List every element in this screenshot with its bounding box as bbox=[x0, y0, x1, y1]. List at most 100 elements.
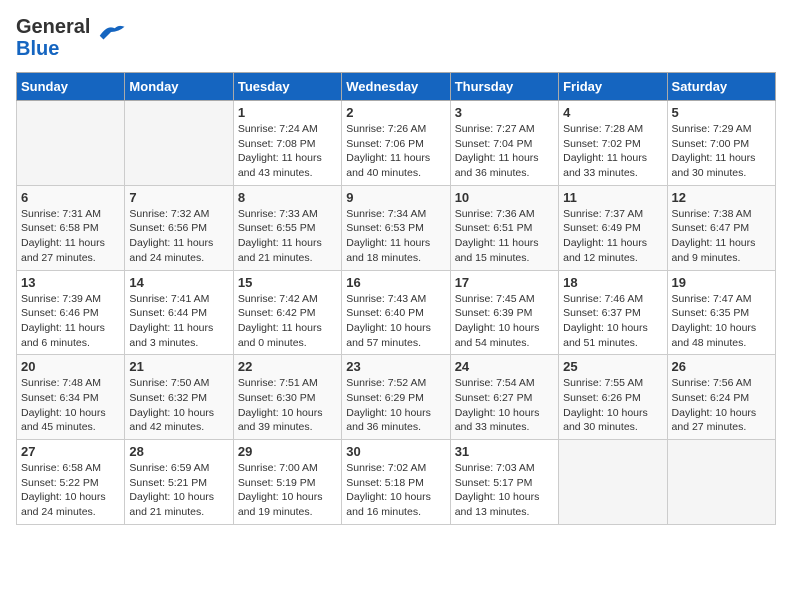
calendar-cell: 16 Sunrise: 7:43 AMSunset: 6:40 PMDayligh… bbox=[342, 270, 450, 355]
header-day-thursday: Thursday bbox=[450, 73, 558, 101]
day-number: 2 bbox=[346, 105, 445, 120]
day-info: Sunrise: 7:31 AMSunset: 6:58 PMDaylight:… bbox=[21, 207, 120, 266]
day-number: 19 bbox=[672, 275, 771, 290]
logo-bird-icon bbox=[96, 17, 126, 47]
calendar-week-2: 6 Sunrise: 7:31 AMSunset: 6:58 PMDaylight… bbox=[17, 185, 776, 270]
calendar-cell: 29 Sunrise: 7:00 AMSunset: 5:19 PMDayligh… bbox=[233, 440, 341, 525]
day-info: Sunrise: 7:36 AMSunset: 6:51 PMDaylight:… bbox=[455, 207, 554, 266]
calendar-cell: 7 Sunrise: 7:32 AMSunset: 6:56 PMDaylight… bbox=[125, 185, 233, 270]
day-info: Sunrise: 7:47 AMSunset: 6:35 PMDaylight:… bbox=[672, 292, 771, 351]
day-info: Sunrise: 7:00 AMSunset: 5:19 PMDaylight:… bbox=[238, 461, 337, 520]
calendar-cell: 1 Sunrise: 7:24 AMSunset: 7:08 PMDaylight… bbox=[233, 101, 341, 186]
day-info: Sunrise: 7:28 AMSunset: 7:02 PMDaylight:… bbox=[563, 122, 662, 181]
day-number: 10 bbox=[455, 190, 554, 205]
calendar-cell: 15Sunrise: 7:42 AMSunset: 6:42 PMDayligh… bbox=[233, 270, 341, 355]
day-number: 13 bbox=[21, 275, 120, 290]
day-number: 6 bbox=[21, 190, 120, 205]
calendar-cell: 25 Sunrise: 7:55 AMSunset: 6:26 PMDayligh… bbox=[559, 355, 667, 440]
day-number: 5 bbox=[672, 105, 771, 120]
day-number: 7 bbox=[129, 190, 228, 205]
logo-blue: Blue bbox=[16, 38, 59, 60]
day-info: Sunrise: 7:39 AMSunset: 6:46 PMDaylight:… bbox=[21, 292, 120, 351]
calendar-cell: 24 Sunrise: 7:54 AMSunset: 6:27 PMDayligh… bbox=[450, 355, 558, 440]
calendar-week-3: 13 Sunrise: 7:39 AMSunset: 6:46 PMDayligh… bbox=[17, 270, 776, 355]
calendar-week-5: 27Sunrise: 6:58 AMSunset: 5:22 PMDayligh… bbox=[17, 440, 776, 525]
day-info: Sunrise: 7:33 AMSunset: 6:55 PMDaylight:… bbox=[238, 207, 337, 266]
day-number: 31 bbox=[455, 444, 554, 459]
day-info: Sunrise: 7:32 AMSunset: 6:56 PMDaylight:… bbox=[129, 207, 228, 266]
day-number: 3 bbox=[455, 105, 554, 120]
calendar-cell: 14 Sunrise: 7:41 AMSunset: 6:44 PMDayligh… bbox=[125, 270, 233, 355]
header-day-wednesday: Wednesday bbox=[342, 73, 450, 101]
header-day-sunday: Sunday bbox=[17, 73, 125, 101]
day-info: Sunrise: 7:41 AMSunset: 6:44 PMDaylight:… bbox=[129, 292, 228, 351]
logo: General Blue bbox=[16, 16, 126, 60]
day-number: 22 bbox=[238, 359, 337, 374]
day-info: Sunrise: 7:27 AMSunset: 7:04 PMDaylight:… bbox=[455, 122, 554, 181]
day-number: 20 bbox=[21, 359, 120, 374]
day-info: Sunrise: 7:48 AMSunset: 6:34 PMDaylight:… bbox=[21, 376, 120, 435]
day-info: Sunrise: 7:29 AMSunset: 7:00 PMDaylight:… bbox=[672, 122, 771, 181]
day-number: 11 bbox=[563, 190, 662, 205]
header-day-friday: Friday bbox=[559, 73, 667, 101]
day-number: 9 bbox=[346, 190, 445, 205]
calendar-cell: 5 Sunrise: 7:29 AMSunset: 7:00 PMDaylight… bbox=[667, 101, 775, 186]
calendar-week-4: 20 Sunrise: 7:48 AMSunset: 6:34 PMDayligh… bbox=[17, 355, 776, 440]
calendar-cell: 4 Sunrise: 7:28 AMSunset: 7:02 PMDaylight… bbox=[559, 101, 667, 186]
calendar-cell: 23Sunrise: 7:52 AMSunset: 6:29 PMDayligh… bbox=[342, 355, 450, 440]
calendar-cell: 28Sunrise: 6:59 AMSunset: 5:21 PMDayligh… bbox=[125, 440, 233, 525]
day-info: Sunrise: 7:43 AMSunset: 6:40 PMDaylight:… bbox=[346, 292, 445, 351]
day-number: 17 bbox=[455, 275, 554, 290]
day-number: 24 bbox=[455, 359, 554, 374]
day-number: 12 bbox=[672, 190, 771, 205]
calendar-cell: 2 Sunrise: 7:26 AMSunset: 7:06 PMDaylight… bbox=[342, 101, 450, 186]
logo-general: General bbox=[16, 16, 90, 38]
day-number: 4 bbox=[563, 105, 662, 120]
day-number: 26 bbox=[672, 359, 771, 374]
day-number: 1 bbox=[238, 105, 337, 120]
day-number: 8 bbox=[238, 190, 337, 205]
header-day-tuesday: Tuesday bbox=[233, 73, 341, 101]
header-row: SundayMondayTuesdayWednesdayThursdayFrid… bbox=[17, 73, 776, 101]
calendar-cell: 22 Sunrise: 7:51 AMSunset: 6:30 PMDayligh… bbox=[233, 355, 341, 440]
calendar-cell bbox=[125, 101, 233, 186]
day-number: 30 bbox=[346, 444, 445, 459]
calendar-cell: 27Sunrise: 6:58 AMSunset: 5:22 PMDayligh… bbox=[17, 440, 125, 525]
day-info: Sunrise: 7:03 AMSunset: 5:17 PMDaylight:… bbox=[455, 461, 554, 520]
day-info: Sunrise: 7:02 AMSunset: 5:18 PMDaylight:… bbox=[346, 461, 445, 520]
calendar-cell bbox=[667, 440, 775, 525]
calendar-cell: 30 Sunrise: 7:02 AMSunset: 5:18 PMDayligh… bbox=[342, 440, 450, 525]
day-number: 16 bbox=[346, 275, 445, 290]
calendar-cell: 17 Sunrise: 7:45 AMSunset: 6:39 PMDayligh… bbox=[450, 270, 558, 355]
day-info: Sunrise: 7:51 AMSunset: 6:30 PMDaylight:… bbox=[238, 376, 337, 435]
header-day-monday: Monday bbox=[125, 73, 233, 101]
calendar-table: SundayMondayTuesdayWednesdayThursdayFrid… bbox=[16, 72, 776, 525]
calendar-cell: 18Sunrise: 7:46 AMSunset: 6:37 PMDayligh… bbox=[559, 270, 667, 355]
day-info: Sunrise: 7:37 AMSunset: 6:49 PMDaylight:… bbox=[563, 207, 662, 266]
day-number: 23 bbox=[346, 359, 445, 374]
day-info: Sunrise: 6:58 AMSunset: 5:22 PMDaylight:… bbox=[21, 461, 120, 520]
day-info: Sunrise: 7:24 AMSunset: 7:08 PMDaylight:… bbox=[238, 122, 337, 181]
calendar-cell: 26Sunrise: 7:56 AMSunset: 6:24 PMDayligh… bbox=[667, 355, 775, 440]
calendar-cell bbox=[559, 440, 667, 525]
calendar-cell: 20 Sunrise: 7:48 AMSunset: 6:34 PMDayligh… bbox=[17, 355, 125, 440]
day-number: 29 bbox=[238, 444, 337, 459]
day-number: 28 bbox=[129, 444, 228, 459]
calendar-week-1: 1 Sunrise: 7:24 AMSunset: 7:08 PMDaylight… bbox=[17, 101, 776, 186]
day-number: 14 bbox=[129, 275, 228, 290]
day-number: 21 bbox=[129, 359, 228, 374]
header-day-saturday: Saturday bbox=[667, 73, 775, 101]
day-info: Sunrise: 7:26 AMSunset: 7:06 PMDaylight:… bbox=[346, 122, 445, 181]
day-info: Sunrise: 7:55 AMSunset: 6:26 PMDaylight:… bbox=[563, 376, 662, 435]
day-info: Sunrise: 7:38 AMSunset: 6:47 PMDaylight:… bbox=[672, 207, 771, 266]
day-info: Sunrise: 7:45 AMSunset: 6:39 PMDaylight:… bbox=[455, 292, 554, 351]
day-info: Sunrise: 7:54 AMSunset: 6:27 PMDaylight:… bbox=[455, 376, 554, 435]
day-info: Sunrise: 7:42 AMSunset: 6:42 PMDaylight:… bbox=[238, 292, 337, 351]
calendar-cell: 19 Sunrise: 7:47 AMSunset: 6:35 PMDayligh… bbox=[667, 270, 775, 355]
calendar-cell: 9Sunrise: 7:34 AMSunset: 6:53 PMDaylight… bbox=[342, 185, 450, 270]
calendar-cell: 31 Sunrise: 7:03 AMSunset: 5:17 PMDayligh… bbox=[450, 440, 558, 525]
calendar-cell: 6 Sunrise: 7:31 AMSunset: 6:58 PMDaylight… bbox=[17, 185, 125, 270]
calendar-cell: 8 Sunrise: 7:33 AMSunset: 6:55 PMDaylight… bbox=[233, 185, 341, 270]
day-info: Sunrise: 7:46 AMSunset: 6:37 PMDaylight:… bbox=[563, 292, 662, 351]
day-number: 25 bbox=[563, 359, 662, 374]
